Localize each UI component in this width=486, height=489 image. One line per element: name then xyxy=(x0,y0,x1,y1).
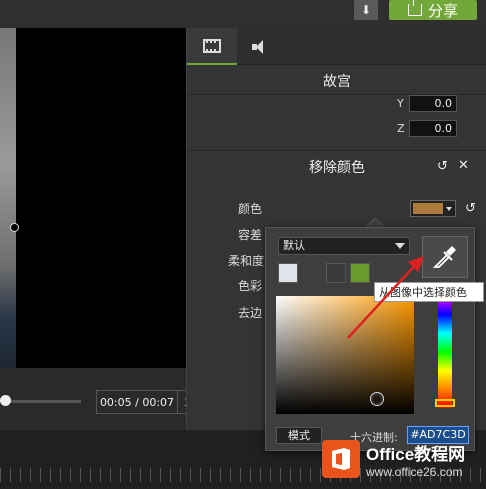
share-label: 分享 xyxy=(427,1,458,20)
eyedropper-tooltip: 从图像中选择颜色 xyxy=(374,282,484,302)
properties-tabs xyxy=(187,28,486,65)
preset-value: 默认 xyxy=(283,239,305,252)
color-chip[interactable] xyxy=(350,263,370,283)
eyedropper-icon xyxy=(432,246,456,268)
speaker-icon xyxy=(252,39,272,55)
transform-handle[interactable] xyxy=(10,223,19,232)
softness-label: 柔和度 xyxy=(228,254,265,268)
clip-image xyxy=(0,28,16,368)
watermark-title: Office教程网 xyxy=(366,444,466,464)
office-logo-icon xyxy=(322,440,360,478)
film-icon xyxy=(203,38,221,53)
download-arrow-icon: ⬇ xyxy=(360,3,372,17)
y-value-field[interactable]: 0.0 xyxy=(409,95,457,112)
close-icon[interactable]: ✕ xyxy=(458,158,469,173)
video-preview-canvas[interactable] xyxy=(0,28,186,368)
color-chip[interactable] xyxy=(278,263,298,283)
reset-color-icon[interactable]: ↺ xyxy=(465,201,476,216)
y-label: Y xyxy=(397,97,404,110)
preset-dropdown[interactable]: 默认 xyxy=(278,237,410,255)
section-title-transform: 故宫 xyxy=(323,74,351,90)
scrubber-track[interactable] xyxy=(6,400,81,403)
z-value-field[interactable]: 0.0 xyxy=(409,120,457,137)
color-picker-popup: 默认 模式 十六进制: #AD7C3D xyxy=(265,227,475,451)
saturation-value-picker[interactable] xyxy=(276,296,414,414)
chevron-down-icon xyxy=(446,206,452,211)
dropdown-arrow-icon xyxy=(395,243,405,249)
scrubber-knob[interactable] xyxy=(0,395,11,406)
color-swatch-dropdown[interactable] xyxy=(410,200,456,217)
divider xyxy=(187,150,486,151)
color-label: 颜色 xyxy=(238,202,263,216)
tab-visual-properties[interactable] xyxy=(187,28,237,65)
time-readout: 00:05 / 00:07 xyxy=(99,395,175,409)
defringe-label: 去边 xyxy=(238,306,263,320)
hue-slider[interactable] xyxy=(438,296,452,408)
eyedropper-button[interactable] xyxy=(422,236,468,278)
tolerance-label: 容差 xyxy=(238,228,263,242)
hue-label: 色彩 xyxy=(238,279,263,293)
reset-icon[interactable]: ↺ xyxy=(437,159,448,174)
hue-slider-knob[interactable] xyxy=(435,399,455,407)
download-button[interactable]: ⬇ xyxy=(354,0,378,20)
color-cursor[interactable] xyxy=(371,393,383,405)
share-icon xyxy=(407,0,422,16)
mode-button[interactable]: 模式 xyxy=(276,427,322,444)
top-toolbar: ⬇ 分享 xyxy=(0,0,486,28)
color-chip[interactable] xyxy=(326,263,346,283)
tab-audio-properties[interactable] xyxy=(237,28,287,65)
share-button[interactable]: 分享 xyxy=(389,0,477,20)
color-swatch xyxy=(413,203,443,214)
watermark-url: www.office26.com xyxy=(366,464,463,479)
z-label: Z xyxy=(397,122,405,135)
watermark: Office教程网 www.office26.com xyxy=(322,436,486,482)
